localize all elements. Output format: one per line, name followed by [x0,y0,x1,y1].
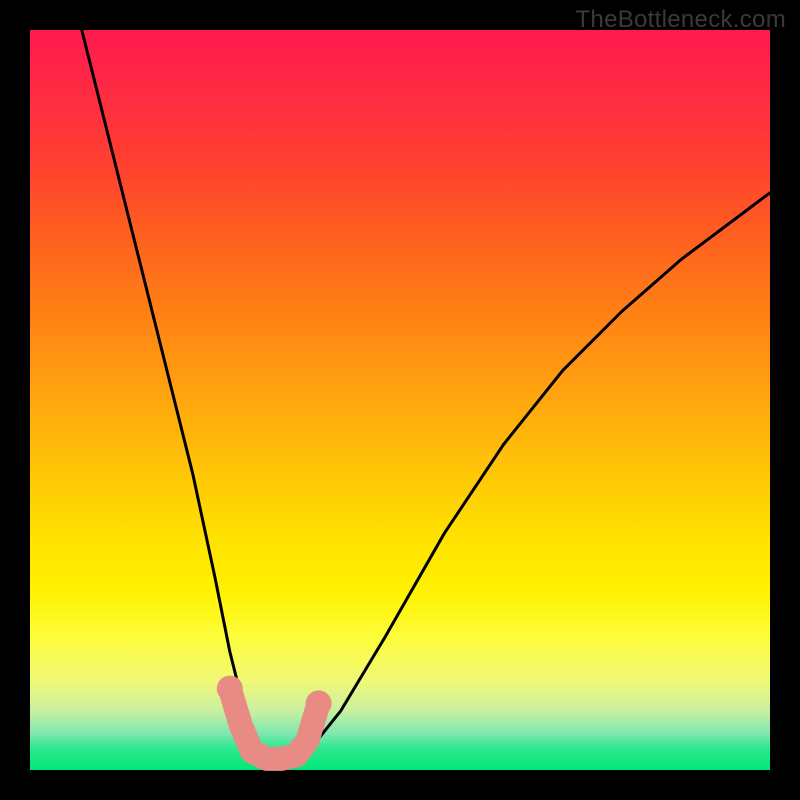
marker-band [230,689,319,759]
marker-dot [306,690,332,716]
chart-container: TheBottleneck.com [0,0,800,800]
marker-dot [217,676,243,702]
bottleneck-curve [82,30,770,763]
curve-layer [30,30,770,770]
plot-area [30,30,770,770]
